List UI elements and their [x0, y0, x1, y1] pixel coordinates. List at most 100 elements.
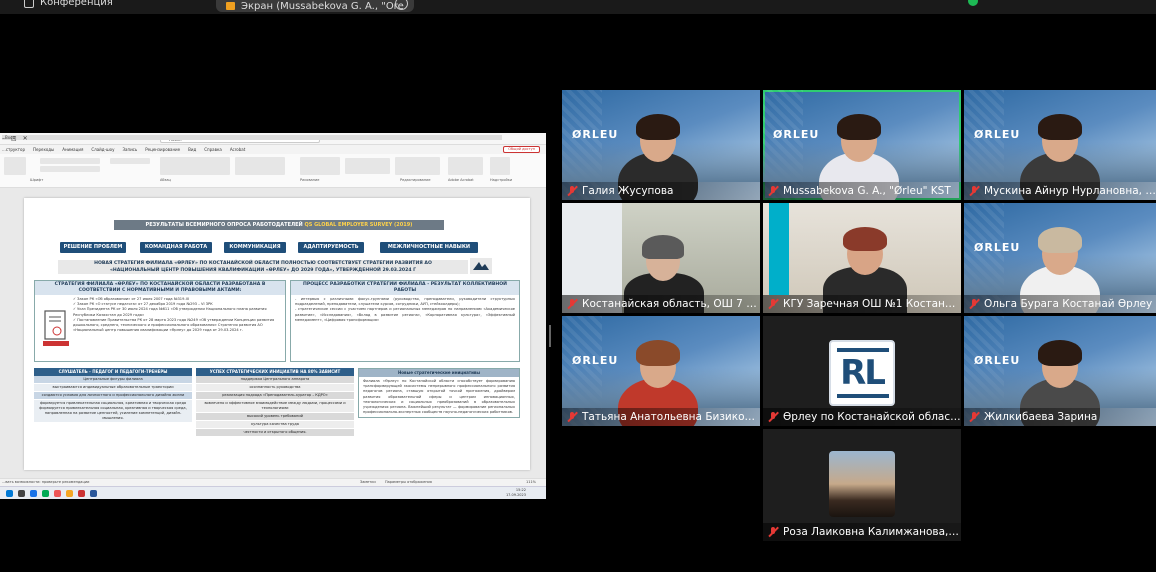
taskbar-app-icon[interactable]	[66, 490, 73, 497]
rl-logo: RL	[829, 340, 895, 406]
skill-badge: МЕЖЛИЧНОСТНЫЕ НАВЫКИ	[380, 242, 478, 253]
taskbar-app-icon[interactable]	[18, 490, 25, 497]
process-item: - стратегические сессии с участием партн…	[295, 307, 515, 322]
success-row: реализация подхода «Преподаватель-курато…	[196, 392, 354, 400]
ribbon-control[interactable]	[40, 158, 100, 164]
participant-tile[interactable]: ØRLEU Ольга Бурага Костанай Өрлеу	[964, 203, 1156, 313]
mic-muted-icon	[968, 185, 980, 197]
participant-name-bar: Жилкибаева Зарина	[964, 408, 1156, 426]
ribbon-control[interactable]	[448, 157, 483, 175]
ppt-ribbon: Шрифт Абзац Рисование Редактирование Adobe A…	[0, 154, 546, 188]
ribbon-control[interactable]	[40, 166, 100, 172]
stop-share-icon[interactable]	[395, 0, 408, 10]
orleu-logo: ØRLEU	[974, 354, 1021, 367]
ribbon-control[interactable]	[300, 157, 340, 175]
orleu-logo: ØRLEU	[773, 128, 820, 141]
clock-date: 17.09.2023	[505, 493, 526, 497]
ribbon-control[interactable]	[110, 158, 150, 164]
share-button[interactable]: Общий доступ	[503, 146, 540, 153]
ppt-menu-item[interactable]: Запись	[122, 147, 137, 152]
taskbar-app-icon[interactable]	[90, 490, 97, 497]
ppt-menu-item[interactable]: Вид	[188, 147, 196, 152]
zoom-level[interactable]: 111%	[526, 479, 536, 486]
mic-muted-icon	[767, 298, 779, 310]
participant-tile[interactable]: ØRLEU Мускина Айнур Нурлановна, Коста...	[964, 90, 1156, 200]
ribbon-group-label: Редактирование	[400, 178, 431, 182]
orleu-logo: ØRLEU	[572, 354, 619, 367]
ppt-menu-item[interactable]: Анимация	[62, 147, 83, 152]
document-icon	[43, 310, 69, 346]
participant-tile[interactable]: ØRLEU Татьяна Анатольевна Бизикова, Өрл..…	[562, 316, 760, 426]
participant-tile[interactable]: ØRLEU Галия Жусупова	[562, 90, 760, 200]
participant-avatar-photo	[829, 451, 895, 517]
window-controls[interactable]: –□✕	[2, 135, 540, 142]
participant-name: Mussabekova G. A., "Ørleu" KST	[783, 185, 951, 197]
ppt-menu-item[interactable]: Слайд-шоу	[91, 147, 114, 152]
participant-tile[interactable]: ØRLEU Жилкибаева Зарина	[964, 316, 1156, 426]
success-row: осознанность руководства	[196, 384, 354, 392]
ribbon-control[interactable]	[235, 157, 285, 175]
process-list: - интервью с различными фокус-группами (…	[291, 295, 519, 325]
mic-muted-icon	[767, 526, 779, 538]
participant-name: КГУ Заречная ОШ №1 Костанайско...	[783, 298, 961, 310]
taskbar-app-icon[interactable]	[78, 490, 85, 497]
skill-badge: АДАПТИРУЕМОСТЬ	[298, 242, 364, 253]
ppt-menu-item[interactable]: Acrobat	[230, 147, 245, 152]
taskbar-clock: 15:22 17.09.2023	[506, 488, 526, 498]
rl-logo-bar	[837, 394, 889, 398]
conference-label: Конференция	[40, 0, 113, 8]
participant-headscarf	[642, 235, 684, 259]
ppt-menu-item[interactable]: Рецензирование	[145, 147, 180, 152]
ppt-menu-item[interactable]: Переходы	[33, 147, 54, 152]
participant-tile[interactable]: КГУ Заречная ОШ №1 Костанайско...	[763, 203, 961, 313]
mic-muted-icon	[566, 298, 578, 310]
participant-tile[interactable]: Костанайская область, ОШ 7 г.Коста...	[562, 203, 760, 313]
initiatives-column-title: Новые стратегические инициативы	[359, 369, 519, 377]
participant-tile[interactable]: RL Өрлеу по Костанайской области	[763, 316, 961, 426]
rl-logo-bar	[837, 348, 889, 352]
taskbar-app-icon[interactable]	[30, 490, 37, 497]
mic-muted-icon	[566, 185, 578, 197]
taskbar-app-icon[interactable]	[54, 490, 61, 497]
ppt-menu-item[interactable]: ...структор	[2, 147, 25, 152]
learner-row: формируется привлекательная социальная, …	[34, 400, 192, 423]
taskbar-app-icon[interactable]	[42, 490, 49, 497]
ribbon-control[interactable]	[490, 157, 510, 175]
mic-muted-icon	[968, 298, 980, 310]
participant-name-bar: Татьяна Анатольевна Бизикова, Өрл...	[562, 408, 760, 426]
taskbar-app-icon[interactable]	[6, 490, 13, 497]
resize-handle[interactable]	[549, 325, 551, 347]
conference-tab[interactable]: Конференция	[24, 0, 113, 8]
notes-button[interactable]: Заметки	[360, 479, 376, 486]
skill-badge: КОММУНИКАЦИЯ	[224, 242, 286, 253]
participant-name: Костанайская область, ОШ 7 г.Коста...	[582, 298, 760, 310]
participant-name: Роза Лаиковна Калимжанова, зав.ка...	[783, 526, 961, 538]
participant-name-bar: Ольга Бурага Костанай Өрлеу	[964, 295, 1156, 313]
participant-name: Өрлеу по Костанайской области	[783, 411, 961, 423]
participant-name-bar: КГУ Заречная ОШ №1 Костанайско...	[763, 295, 961, 313]
learner-row: создаются условия для личностного и проф…	[34, 392, 192, 400]
ribbon-group-label: Рисование	[300, 178, 320, 182]
process-item: - интервью с различными фокус-группами (…	[295, 297, 515, 307]
ribbon-control[interactable]	[395, 157, 440, 175]
success-row: вовлечено и эффективное взаимодействие м…	[196, 400, 354, 413]
display-settings-button[interactable]: Параметры отображения	[385, 479, 432, 486]
legal-acts-title: СТРАТЕГИЯ ФИЛИАЛА «ӨРЛЕУ» ПО КОСТАНАЙСКО…	[35, 281, 285, 295]
ppt-menu-item[interactable]: Справка	[204, 147, 222, 152]
ribbon-control[interactable]	[345, 158, 390, 174]
strategy-line-1: НОВАЯ СТРАТЕГИЯ ФИЛИАЛА «ӨРЛЕУ» ПО КОСТА…	[94, 261, 432, 266]
ppt-title-bar: ...развитие - PowerPoint Поиск Вход –□✕	[0, 133, 546, 145]
participant-tile[interactable]: Роза Лаиковна Калимжанова, зав.ка...	[763, 429, 961, 541]
ribbon-control[interactable]	[4, 157, 26, 175]
ribbon-group-label: Надстройки	[490, 178, 513, 182]
strategy-line-2: «НАЦИОНАЛЬНЫЙ ЦЕНТР ПОВЫШЕНИЯ КВАЛИФИКАЦ…	[109, 268, 417, 273]
legal-act-item: ✓ Постановление Правительства РК от 28 м…	[73, 317, 275, 333]
participant-hair	[636, 114, 680, 140]
participant-name-bar: Мускина Айнур Нурлановна, Коста...	[964, 182, 1156, 200]
skill-badge: РЕШЕНИЕ ПРОБЛЕМ	[60, 242, 126, 253]
screen-share-indicator[interactable]: Экран (Mussabekova G. A., "Ore	[216, 0, 414, 12]
strategy-banner: НОВАЯ СТРАТЕГИЯ ФИЛИАЛА «ӨРЛЕУ» ПО КОСТА…	[58, 260, 468, 274]
ppt-menu-bar: Общий доступ ...структор Переходы Анимация С…	[0, 145, 546, 154]
participant-tile[interactable]: ØRLEU Mussabekova G. A., "Ørleu" KST	[763, 90, 961, 200]
ribbon-control[interactable]	[160, 157, 230, 175]
